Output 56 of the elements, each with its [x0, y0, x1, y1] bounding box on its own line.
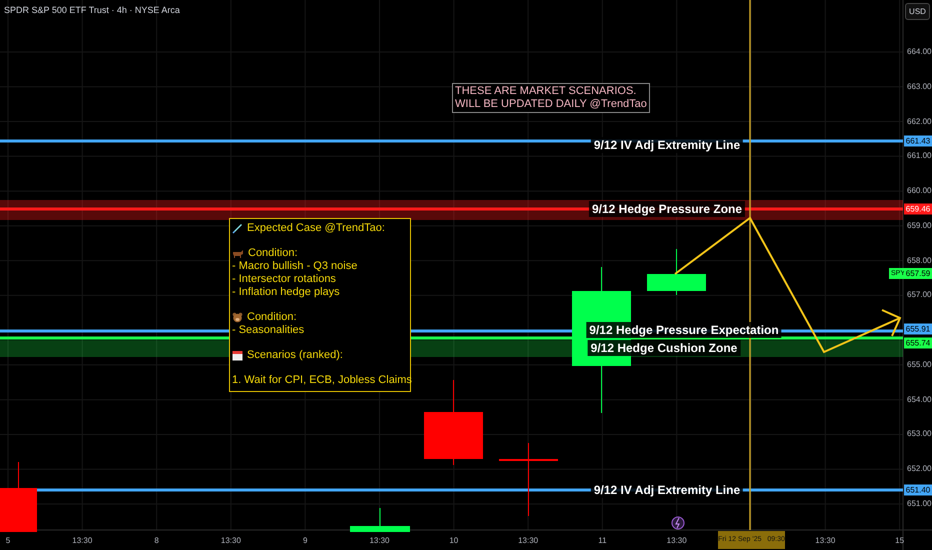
time-tick: 13:30: [666, 536, 687, 546]
price-tick: 651.00: [907, 499, 932, 509]
time-tick: 11: [598, 536, 607, 546]
price-tick: 653.00: [907, 429, 932, 440]
calendar-icon: [232, 350, 243, 361]
level-label: 9/12 IV Adj Extremity Line: [590, 137, 744, 153]
price-tag: 655.74: [904, 338, 932, 348]
candlestick: [350, 508, 410, 532]
note-heading: Condition:: [248, 247, 298, 260]
notice-text: THESE ARE MARKET SCENARIOS.: [455, 85, 638, 98]
level-label: 9/12 Hedge Cushion Zone: [588, 340, 740, 356]
note-heading: Expected Case @TrendTao:: [247, 222, 385, 235]
note-text: - Macro bullish - Q3 noise: [232, 260, 358, 273]
price-tick: 652.00: [907, 464, 932, 474]
time-tick: 13:30: [815, 536, 836, 546]
test-tube-icon: [232, 222, 243, 234]
time-tick: 13:30: [369, 536, 390, 546]
last-price-tag: 657.59: [904, 268, 932, 279]
price-tick: 661.00: [907, 151, 932, 162]
currency-button[interactable]: USD: [905, 3, 930, 20]
ox-icon: [232, 248, 244, 259]
lightning-icon: [672, 516, 684, 530]
time-tick: 15: [895, 536, 904, 546]
time-tick: 13:30: [518, 536, 538, 546]
price-tick: 663.00: [907, 82, 932, 92]
note-heading: Scenarios (ranked):: [247, 348, 343, 362]
price-tick: 659.00: [907, 220, 932, 231]
price-tick: 664.00: [907, 47, 932, 57]
price-tick: 654.00: [907, 394, 932, 405]
level-label: 9/12 Hedge Pressure Expectation: [586, 322, 782, 338]
level-label: 9/12 IV Adj Extremity Line: [590, 482, 744, 498]
price-tick: 658.00: [907, 256, 932, 266]
time-tick: 5: [6, 536, 10, 546]
price-tick: 657.00: [907, 290, 932, 300]
note-text: - Inflation hedge plays: [232, 286, 341, 298]
note-heading: Condition:: [247, 310, 297, 324]
price-tag: 659.46: [904, 204, 932, 214]
candlestick: [0, 462, 37, 532]
symbol-title: SPDR S&P 500 ETF Trust · 4h · NYSE Arca: [4, 4, 180, 17]
price-tick: 662.00: [907, 116, 932, 127]
price-tag: 655.91: [904, 324, 932, 334]
price-tick: 655.00: [907, 360, 932, 370]
candlestick: [647, 248, 706, 296]
time-tick: 10: [449, 536, 458, 546]
level-label: 9/12 Hedge Pressure Zone: [588, 201, 746, 217]
note-text: - Seasonalities: [232, 324, 306, 336]
price-tag: 661.43: [904, 136, 932, 146]
note-text: - Intersector rotations: [232, 272, 337, 286]
notice-text: WILL BE UPDATED DAILY @TrendTao: [455, 98, 647, 111]
bear-icon: [232, 312, 243, 323]
time-tick: 9: [302, 536, 308, 546]
time-tick: 8: [154, 536, 159, 546]
price-tag: 651.40: [904, 484, 932, 496]
time-tick: 13:30: [72, 536, 92, 546]
time-tick: 13:30: [220, 536, 241, 546]
price-tick: 660.00: [907, 186, 932, 196]
